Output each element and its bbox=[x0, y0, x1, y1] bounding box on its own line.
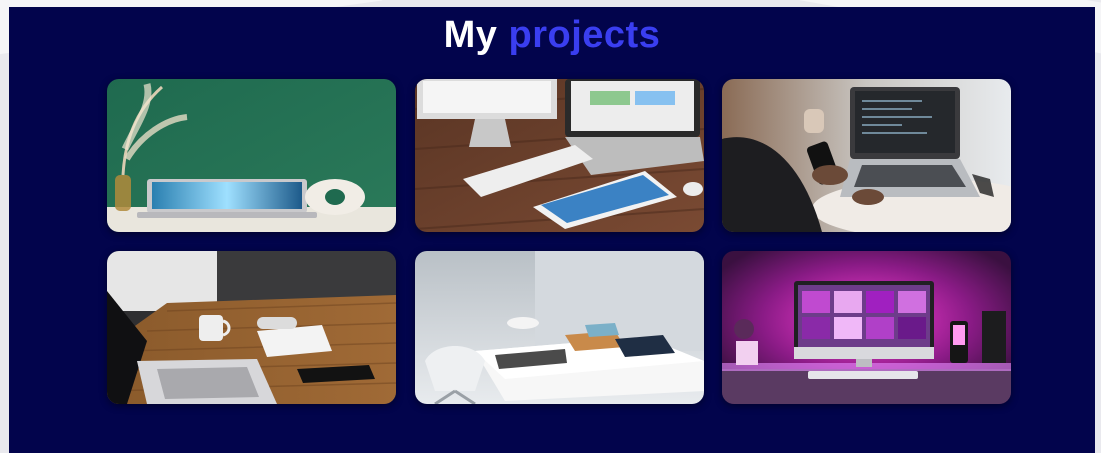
project-thumbnail-laptop-pampas bbox=[107, 79, 396, 232]
project-card-3[interactable] bbox=[722, 79, 1011, 232]
project-thumbnail-phone-laptop bbox=[722, 79, 1011, 232]
projects-grid bbox=[9, 7, 1095, 453]
project-thumbnail-white-desk bbox=[415, 251, 704, 404]
project-card-4[interactable] bbox=[107, 251, 396, 404]
project-thumbnail-wooden-desk bbox=[107, 251, 396, 404]
projects-section: My projects bbox=[9, 7, 1095, 453]
project-thumbnail-neon-setup bbox=[722, 251, 1011, 404]
project-card-5[interactable] bbox=[415, 251, 704, 404]
project-card-1[interactable] bbox=[107, 79, 396, 232]
project-card-2[interactable] bbox=[415, 79, 704, 232]
project-card-6[interactable] bbox=[722, 251, 1011, 404]
project-thumbnail-apple-desk bbox=[415, 79, 704, 232]
